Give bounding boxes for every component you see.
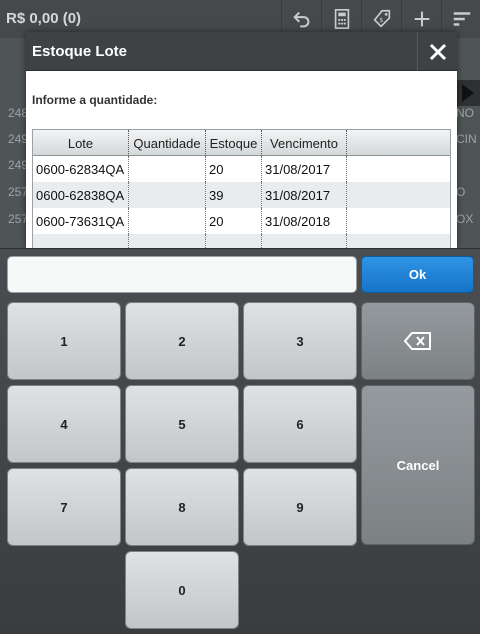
cell-estoque: 20 <box>206 156 262 182</box>
cell-quantidade[interactable] <box>129 156 206 182</box>
cell-lote: 0600-62834QA <box>33 156 129 182</box>
table-row[interactable]: 0600-73631QA 20 31/08/2018 <box>33 208 450 234</box>
table-row[interactable] <box>33 234 450 248</box>
key-7[interactable]: 7 <box>7 468 121 546</box>
close-icon <box>429 43 446 60</box>
close-button[interactable] <box>417 32 457 71</box>
table-row[interactable]: 0600-62838QA 39 31/08/2017 <box>33 182 450 208</box>
cell-lote: 0600-62838QA <box>33 182 129 208</box>
column-header-quantidade[interactable]: Quantidade <box>129 130 206 156</box>
key-3[interactable]: 3 <box>243 302 357 380</box>
lot-table: Lote Quantidade Estoque Vencimento 0600-… <box>32 129 451 248</box>
dialog-header: Estoque Lote <box>26 32 457 71</box>
svg-text:$: $ <box>379 16 383 24</box>
undo-icon <box>292 11 309 28</box>
cell-vencimento: 31/08/2017 <box>262 182 347 208</box>
key-5[interactable]: 5 <box>125 385 239 463</box>
order-total: R$ 0,00 (0) <box>6 10 82 27</box>
key-1[interactable]: 1 <box>7 302 121 380</box>
calculator-icon <box>334 9 349 29</box>
cell-estoque: 39 <box>206 182 262 208</box>
backspace-button[interactable] <box>361 302 475 380</box>
stock-lot-dialog: Estoque Lote Informe a quantidade: Lote … <box>26 32 457 248</box>
key-4[interactable]: 4 <box>7 385 121 463</box>
filter-icon <box>453 12 470 26</box>
backspace-icon <box>404 332 431 350</box>
cell-vencimento: 31/08/2017 <box>262 156 347 182</box>
table-row[interactable]: 0600-62834QA 20 31/08/2017 <box>33 156 450 182</box>
key-8[interactable]: 8 <box>125 468 239 546</box>
plus-icon <box>414 11 429 27</box>
tag-icon: $ <box>373 9 390 28</box>
cell-quantidade[interactable] <box>129 182 206 208</box>
numeric-keypad: Ok 1 2 3 4 5 6 Cancel 7 8 9 0 <box>0 248 480 634</box>
column-header-estoque[interactable]: Estoque <box>206 130 262 156</box>
column-header-lote[interactable]: Lote <box>33 130 129 156</box>
key-2[interactable]: 2 <box>125 302 239 380</box>
column-header-vencimento[interactable]: Vencimento <box>262 130 347 156</box>
dialog-title: Estoque Lote <box>32 43 128 60</box>
key-9[interactable]: 9 <box>243 468 357 546</box>
quantity-input[interactable] <box>7 256 357 293</box>
key-0[interactable]: 0 <box>125 551 239 629</box>
key-6[interactable]: 6 <box>243 385 357 463</box>
cell-lote: 0600-73631QA <box>33 208 129 234</box>
cell-vencimento: 31/08/2018 <box>262 208 347 234</box>
cancel-button[interactable]: Cancel <box>361 385 475 545</box>
cell-estoque: 20 <box>206 208 262 234</box>
table-header: Lote Quantidade Estoque Vencimento <box>33 130 450 156</box>
ok-button[interactable]: Ok <box>361 256 474 293</box>
quantity-prompt: Informe a quantidade: <box>32 93 158 107</box>
cell-quantidade[interactable] <box>129 208 206 234</box>
